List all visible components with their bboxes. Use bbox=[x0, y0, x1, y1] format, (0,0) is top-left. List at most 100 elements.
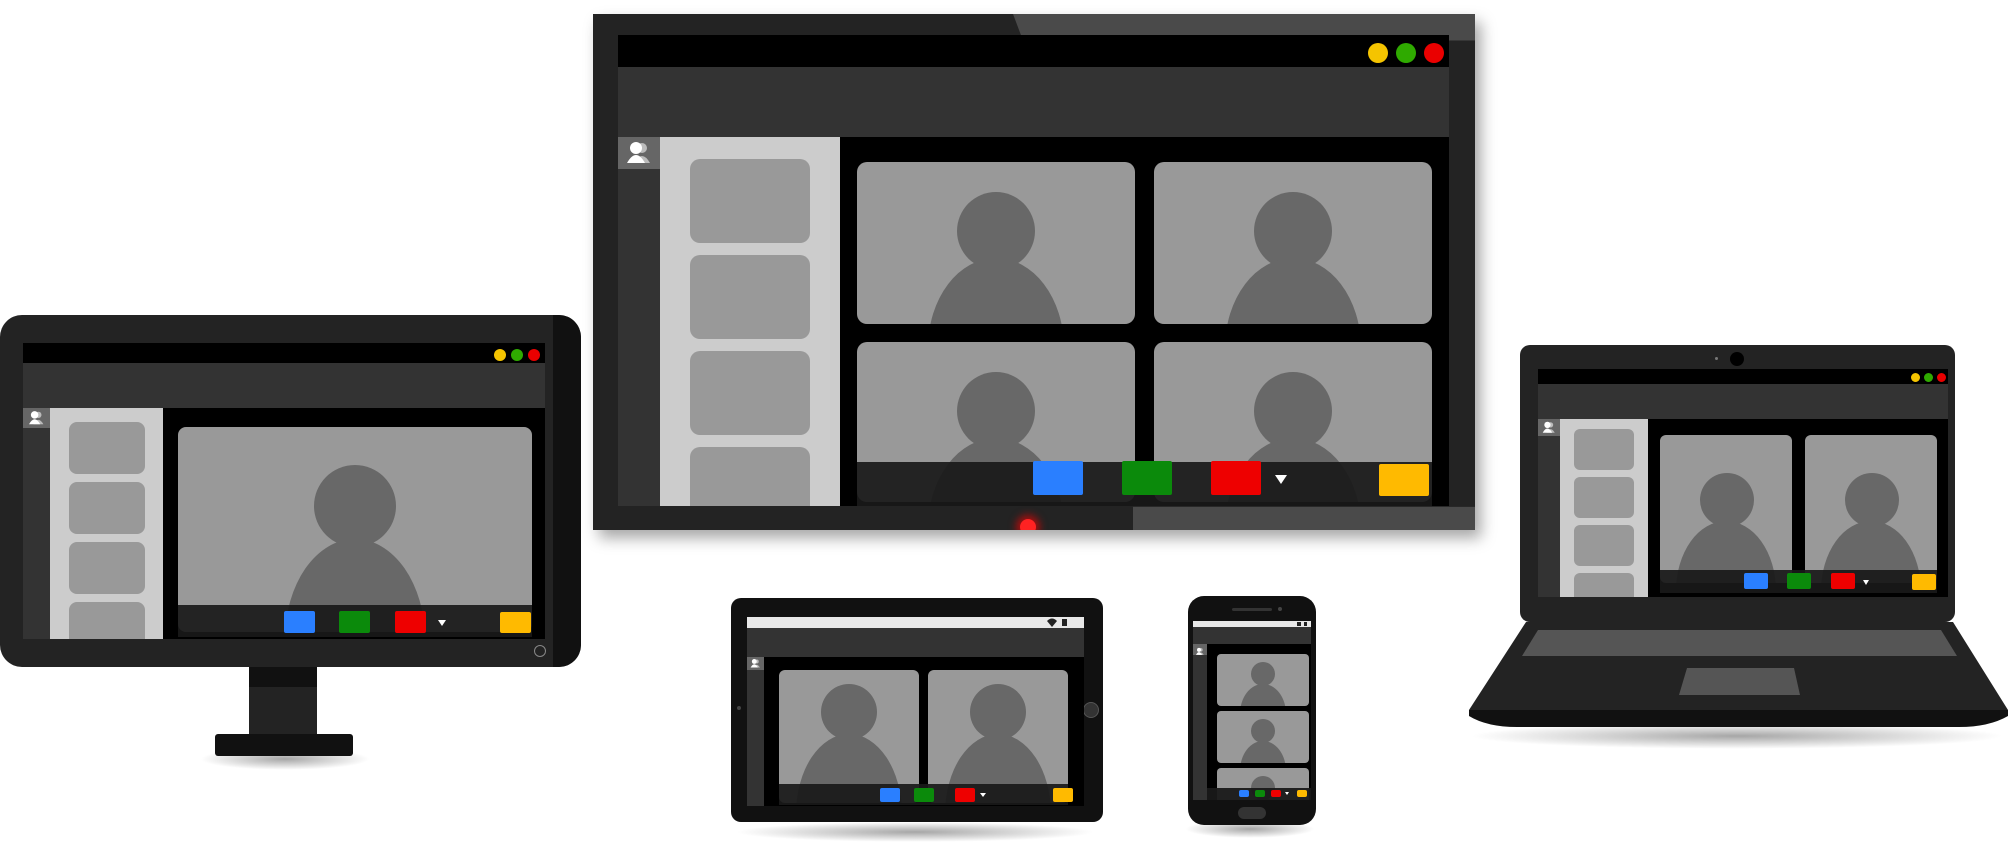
webcam-led bbox=[1715, 357, 1718, 360]
wifi-icon bbox=[1297, 622, 1301, 626]
caret-down-icon[interactable] bbox=[1863, 580, 1869, 585]
status-bar bbox=[747, 617, 1084, 628]
caret-down-icon[interactable] bbox=[1285, 792, 1289, 795]
toolbar bbox=[747, 628, 1084, 657]
left-rail bbox=[1193, 644, 1207, 800]
participants-icon[interactable] bbox=[1193, 644, 1207, 655]
webcam-icon bbox=[1730, 352, 1744, 366]
sidebar-thumb[interactable] bbox=[1574, 525, 1634, 566]
tv-screen bbox=[618, 35, 1449, 506]
mic-toggle-button[interactable] bbox=[1255, 790, 1265, 797]
toolbar bbox=[618, 67, 1449, 137]
sidebar-thumb[interactable] bbox=[69, 542, 145, 594]
monitor-side bbox=[553, 315, 581, 667]
home-button[interactable] bbox=[1083, 702, 1099, 718]
camera-toggle-button[interactable] bbox=[1033, 461, 1083, 495]
mic-toggle-button[interactable] bbox=[339, 611, 370, 633]
close-button[interactable] bbox=[528, 349, 540, 361]
person-avatar bbox=[928, 258, 1064, 324]
maximize-button[interactable] bbox=[1924, 373, 1933, 382]
caret-down-icon[interactable] bbox=[1275, 475, 1287, 484]
maximize-button[interactable] bbox=[1396, 43, 1416, 63]
camera-toggle-button[interactable] bbox=[1744, 573, 1768, 589]
close-button[interactable] bbox=[1424, 43, 1444, 63]
desktop-monitor bbox=[0, 315, 581, 667]
monitor-screen bbox=[23, 343, 545, 639]
caret-down-icon[interactable] bbox=[438, 620, 446, 626]
camera-toggle-button[interactable] bbox=[284, 611, 315, 633]
person-avatar bbox=[1240, 741, 1286, 763]
person-avatar bbox=[1225, 258, 1361, 324]
camera-toggle-button[interactable] bbox=[880, 788, 900, 802]
sidebar-thumb[interactable] bbox=[690, 447, 810, 506]
mic-toggle-button[interactable] bbox=[1122, 461, 1172, 495]
chat-button[interactable] bbox=[500, 612, 531, 633]
caret-down-icon[interactable] bbox=[980, 793, 986, 797]
left-rail bbox=[747, 657, 764, 806]
video-tile[interactable] bbox=[1154, 162, 1432, 324]
maximize-button[interactable] bbox=[511, 349, 523, 361]
chat-button[interactable] bbox=[1053, 788, 1073, 802]
end-call-button[interactable] bbox=[395, 611, 426, 633]
battery-icon bbox=[1304, 622, 1307, 626]
mic-toggle-button[interactable] bbox=[914, 788, 934, 802]
chat-button[interactable] bbox=[1912, 574, 1936, 590]
person-avatar bbox=[1251, 662, 1275, 686]
end-call-button[interactable] bbox=[955, 788, 975, 802]
minimize-button[interactable] bbox=[494, 349, 506, 361]
monitor-stand-base bbox=[215, 734, 353, 756]
sidebar-thumb[interactable] bbox=[1574, 477, 1634, 518]
power-led bbox=[1020, 519, 1036, 530]
sidebar-thumb[interactable] bbox=[1574, 573, 1634, 597]
end-call-button[interactable] bbox=[1831, 573, 1855, 589]
minimize-button[interactable] bbox=[1911, 373, 1920, 382]
toolbar bbox=[1538, 384, 1948, 419]
tablet-device bbox=[731, 598, 1103, 822]
end-call-button[interactable] bbox=[1271, 790, 1281, 797]
end-call-button[interactable] bbox=[1211, 461, 1261, 495]
sidebar-thumb[interactable] bbox=[690, 255, 810, 339]
close-button[interactable] bbox=[1937, 373, 1946, 382]
phone-camera bbox=[1278, 607, 1282, 611]
title-bar bbox=[618, 35, 1449, 67]
participants-icon[interactable] bbox=[1538, 419, 1560, 436]
mic-toggle-button[interactable] bbox=[1787, 573, 1811, 589]
monitor-stand-neck-band bbox=[249, 665, 317, 687]
sidebar-thumb[interactable] bbox=[69, 482, 145, 534]
tablet-camera bbox=[737, 706, 741, 710]
sidebar-thumb[interactable] bbox=[690, 159, 810, 243]
person-avatar bbox=[1845, 473, 1899, 527]
left-rail bbox=[1538, 419, 1560, 597]
chat-button[interactable] bbox=[1379, 464, 1429, 496]
person-avatar bbox=[970, 684, 1026, 740]
laptop-screen bbox=[1538, 369, 1948, 597]
phone-speaker bbox=[1232, 608, 1272, 611]
sidebar bbox=[50, 408, 163, 639]
video-tile[interactable] bbox=[1217, 654, 1309, 706]
camera-toggle-button[interactable] bbox=[1239, 790, 1249, 797]
sidebar-thumb[interactable] bbox=[690, 351, 810, 435]
participants-icon[interactable] bbox=[747, 657, 764, 670]
phone-home-button[interactable] bbox=[1238, 807, 1266, 819]
power-icon[interactable] bbox=[534, 645, 546, 657]
sidebar-thumb[interactable] bbox=[1574, 429, 1634, 470]
toolbar bbox=[23, 363, 545, 408]
sidebar-thumb[interactable] bbox=[69, 602, 145, 639]
participants-icon[interactable] bbox=[23, 408, 50, 428]
video-tile[interactable] bbox=[857, 162, 1135, 324]
video-tile[interactable] bbox=[1217, 711, 1309, 763]
video-tile[interactable] bbox=[1805, 435, 1937, 583]
person-avatar bbox=[314, 465, 396, 547]
person-avatar bbox=[821, 684, 877, 740]
wifi-icon bbox=[1047, 618, 1057, 627]
video-tile[interactable] bbox=[178, 427, 532, 632]
minimize-button[interactable] bbox=[1368, 43, 1388, 63]
chat-button[interactable] bbox=[1297, 790, 1307, 797]
participants-icon[interactable] bbox=[618, 137, 660, 169]
left-rail bbox=[618, 137, 660, 506]
tv-device bbox=[593, 14, 1475, 530]
person-avatar bbox=[1240, 684, 1286, 706]
phone-screen bbox=[1193, 621, 1311, 800]
sidebar-thumb[interactable] bbox=[69, 422, 145, 474]
video-tile[interactable] bbox=[1660, 435, 1792, 583]
